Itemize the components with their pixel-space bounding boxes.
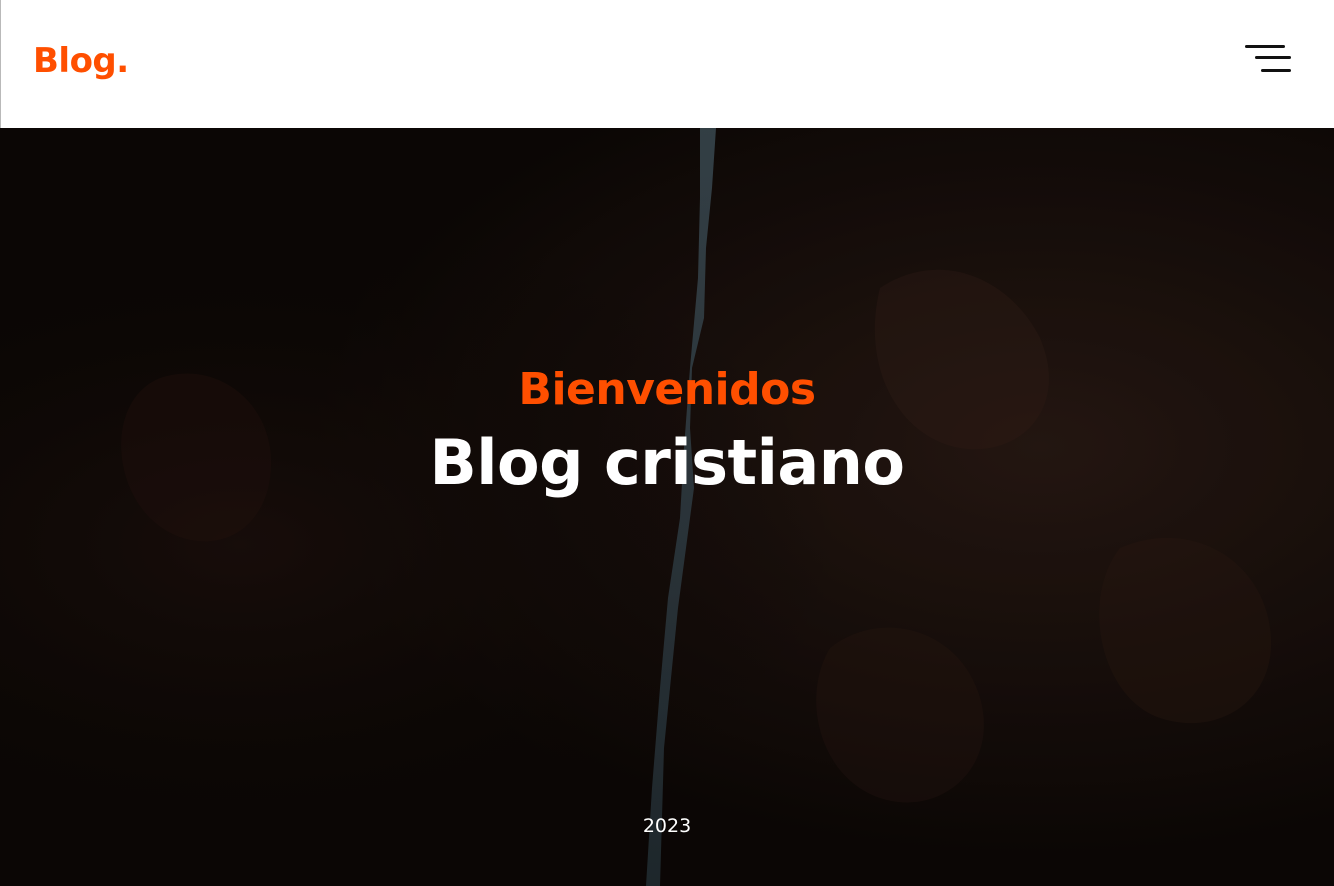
hero-year: 2023 [642,815,692,837]
hero-background-image [0,128,1334,886]
menu-toggle-button[interactable] [1241,42,1293,76]
hero-title: Blog cristiano [429,426,905,499]
site-header: Blog. [0,0,1334,128]
site-logo[interactable]: Blog. [33,44,129,78]
hero-kicker: Bienvenidos [518,364,816,415]
hamburger-menu-icon [1245,45,1291,72]
hero-content: Bienvenidos Blog cristiano [0,368,1334,494]
page: Blog. Bienvenidos Blog cristiano 2023 [0,0,1334,886]
hero-section: Bienvenidos Blog cristiano 2023 [0,128,1334,886]
